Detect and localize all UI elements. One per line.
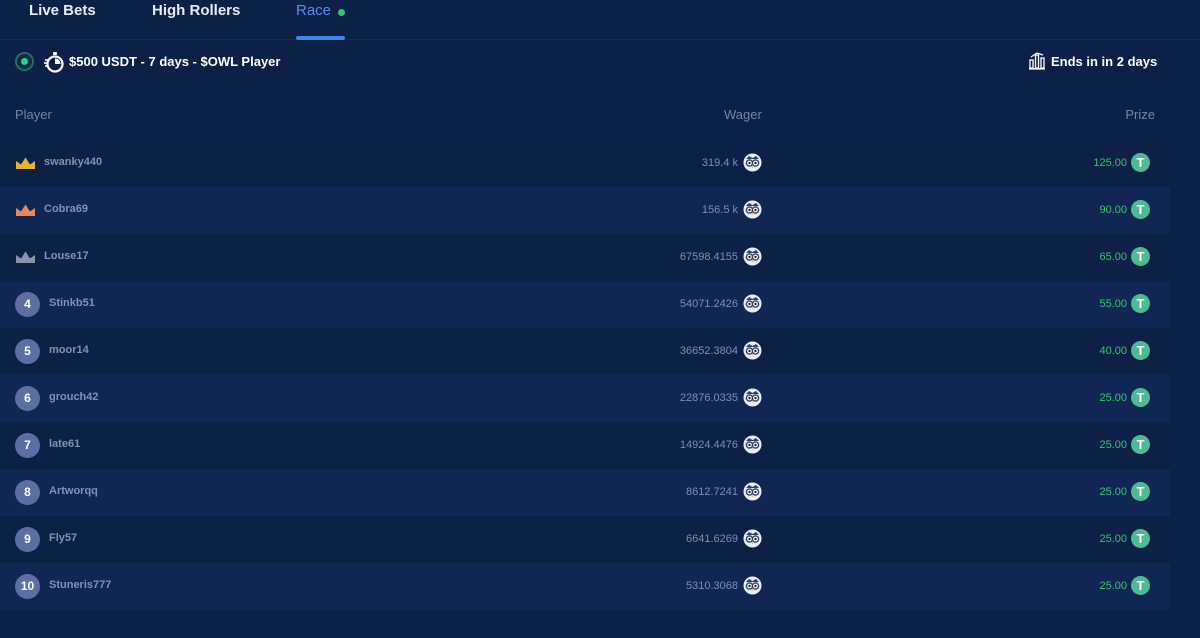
usdt-icon: T — [1131, 153, 1150, 172]
table-row[interactable]: 4 Stinkb51 54071.2426 55.00 T — [0, 281, 1170, 328]
wager-amount: 54071.2426 — [679, 298, 738, 310]
table-row[interactable]: Louse17 67598.4155 65.00 T — [0, 234, 1170, 281]
prize-amount: 25.00 — [1099, 439, 1127, 451]
table-row[interactable]: 5 moor14 36652.3804 40.00 T — [0, 328, 1170, 375]
owl-token-icon — [743, 482, 762, 501]
tab-high-rollers[interactable]: High Rollers — [152, 2, 240, 19]
table-row[interactable]: 10 Stuneris777 5310.3068 25.00 T — [0, 563, 1170, 610]
prize-amount: 125.00 — [1093, 157, 1127, 169]
usdt-icon: T — [1131, 388, 1150, 407]
wager-amount: 14924.4476 — [679, 439, 738, 451]
player-name[interactable]: moor14 — [49, 344, 89, 356]
usdt-icon: T — [1131, 482, 1150, 501]
usdt-icon: T — [1131, 247, 1150, 266]
rank-badge: 8 — [15, 480, 40, 505]
stopwatch-icon — [44, 52, 64, 73]
wager-amount: 8612.7241 — [686, 486, 738, 498]
tab-bar: Live Bets High Rollers Race — [0, 0, 1200, 40]
player-name[interactable]: late61 — [49, 438, 80, 450]
rank-badge: 5 — [15, 339, 40, 364]
usdt-icon: T — [1131, 200, 1150, 219]
crown-icon — [16, 204, 35, 216]
usdt-icon: T — [1131, 576, 1150, 595]
usdt-icon: T — [1131, 294, 1150, 313]
player-name[interactable]: Artworqq — [49, 485, 98, 497]
rank-badge: 9 — [15, 527, 40, 552]
table-row[interactable]: 6 grouch42 22876.0335 25.00 T — [0, 375, 1170, 422]
player-name[interactable]: Louse17 — [44, 250, 89, 262]
podium-icon — [1029, 52, 1045, 70]
race-live-dot — [338, 9, 345, 16]
table-row[interactable]: 9 Fly57 6641.6269 25.00 T — [0, 516, 1170, 563]
race-ends-countdown: Ends in in 2 days — [1051, 54, 1158, 69]
rank-badge: 6 — [15, 386, 40, 411]
prize-amount: 25.00 — [1099, 533, 1127, 545]
prize-amount: 25.00 — [1099, 392, 1127, 404]
owl-token-icon — [743, 294, 762, 313]
player-name[interactable]: Fly57 — [49, 532, 77, 544]
usdt-icon: T — [1131, 529, 1150, 548]
wager-amount: 6641.6269 — [686, 533, 738, 545]
wager-amount: 156.5 k — [701, 204, 738, 216]
owl-token-icon — [743, 435, 762, 454]
prize-amount: 25.00 — [1099, 580, 1127, 592]
player-name[interactable]: grouch42 — [49, 391, 99, 403]
usdt-icon: T — [1131, 435, 1150, 454]
usdt-icon: T — [1131, 341, 1150, 360]
wager-amount: 5310.3068 — [686, 580, 738, 592]
player-name[interactable]: Cobra69 — [44, 203, 88, 215]
table-row[interactable]: swanky440 319.4 k 125.00 T — [0, 140, 1170, 187]
table-row[interactable]: 7 late61 14924.4476 25.00 T — [0, 422, 1170, 469]
rank-badge: 10 — [15, 574, 40, 599]
prize-amount: 40.00 — [1099, 345, 1127, 357]
prize-amount: 25.00 — [1099, 486, 1127, 498]
wager-amount: 36652.3804 — [679, 345, 738, 357]
wager-amount: 67598.4155 — [679, 251, 738, 263]
owl-token-icon — [743, 529, 762, 548]
leaderboard-table: swanky440 319.4 k 125.00 T Cobra69 156.5 k 90.… — [0, 140, 1170, 610]
owl-token-icon — [743, 200, 762, 219]
owl-token-icon — [743, 341, 762, 360]
tab-live-bets[interactable]: Live Bets — [29, 2, 96, 19]
rank-badge: 7 — [15, 433, 40, 458]
tab-race[interactable]: Race — [296, 2, 331, 19]
race-select-radio[interactable] — [15, 52, 34, 71]
player-name[interactable]: swanky440 — [44, 156, 102, 168]
player-name[interactable]: Stuneris777 — [49, 579, 111, 591]
prize-amount: 65.00 — [1099, 251, 1127, 263]
prize-amount: 55.00 — [1099, 298, 1127, 310]
crown-icon — [16, 251, 35, 263]
wager-amount: 22876.0335 — [679, 392, 738, 404]
owl-token-icon — [743, 247, 762, 266]
table-row[interactable]: Cobra69 156.5 k 90.00 T — [0, 187, 1170, 234]
crown-icon — [16, 157, 35, 169]
rank-badge: 4 — [15, 292, 40, 317]
prize-amount: 90.00 — [1099, 204, 1127, 216]
player-name[interactable]: Stinkb51 — [49, 297, 95, 309]
column-header-prize: Prize — [1125, 107, 1155, 122]
race-header: $500 USDT - 7 days - $OWL Player Ends in… — [0, 40, 1200, 86]
column-header-wager: Wager — [724, 107, 762, 122]
owl-token-icon — [743, 153, 762, 172]
race-title: $500 USDT - 7 days - $OWL Player — [69, 54, 281, 69]
owl-token-icon — [743, 388, 762, 407]
owl-token-icon — [743, 576, 762, 595]
table-row[interactable]: 8 Artworqq 8612.7241 25.00 T — [0, 469, 1170, 516]
column-header-player: Player — [15, 107, 52, 122]
wager-amount: 319.4 k — [701, 157, 738, 169]
